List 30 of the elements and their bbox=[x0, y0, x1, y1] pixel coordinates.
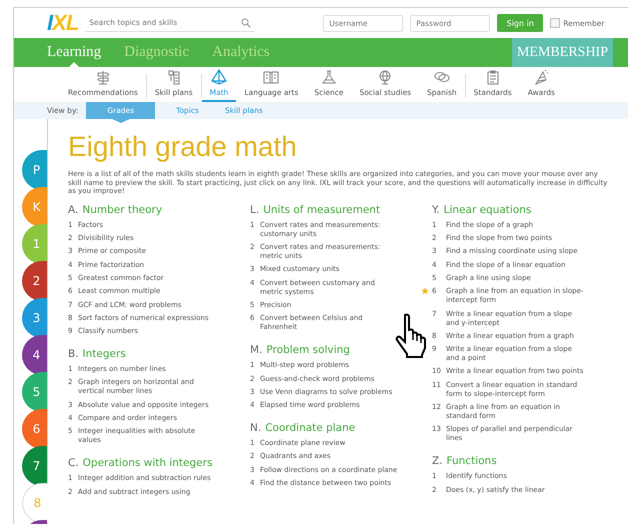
section-title: Functions bbox=[446, 455, 497, 468]
grade-tab[interactable]: 4 bbox=[22, 335, 47, 375]
cone-icon bbox=[533, 69, 550, 85]
section-letter: A. bbox=[68, 204, 78, 216]
book-icon bbox=[263, 69, 280, 85]
checklist-icon bbox=[166, 69, 182, 85]
speech-bubbles-icon bbox=[434, 69, 450, 85]
remember-checkbox[interactable] bbox=[550, 18, 560, 28]
section-letter: L. bbox=[250, 204, 260, 216]
pyramid-icon bbox=[211, 69, 228, 85]
section-letter: M. bbox=[250, 344, 262, 356]
section-letter: Y. bbox=[432, 204, 440, 216]
section-title: Problem solving bbox=[266, 344, 350, 356]
signpost-icon bbox=[94, 69, 111, 85]
section-title: Units of measurement bbox=[263, 204, 380, 216]
grade-tab[interactable]: 2 bbox=[22, 261, 47, 301]
section-letter: N. bbox=[250, 422, 262, 434]
section-letter: B. bbox=[68, 348, 79, 360]
section-letter: C. bbox=[68, 457, 79, 470]
section-title: Operations with integers bbox=[82, 457, 212, 470]
section-title: Linear equations bbox=[444, 204, 532, 216]
flask-icon bbox=[320, 69, 337, 85]
clipboard-icon bbox=[484, 69, 501, 85]
section-title: Number theory bbox=[82, 204, 162, 216]
globe-icon bbox=[377, 69, 394, 85]
section-title: Integers bbox=[82, 348, 126, 360]
section-letter: Z. bbox=[432, 455, 443, 468]
section-title: Coordinate plane bbox=[265, 422, 356, 434]
page-title: Eighth grade math bbox=[68, 131, 298, 163]
grade-tab[interactable]: 7 bbox=[22, 446, 47, 486]
